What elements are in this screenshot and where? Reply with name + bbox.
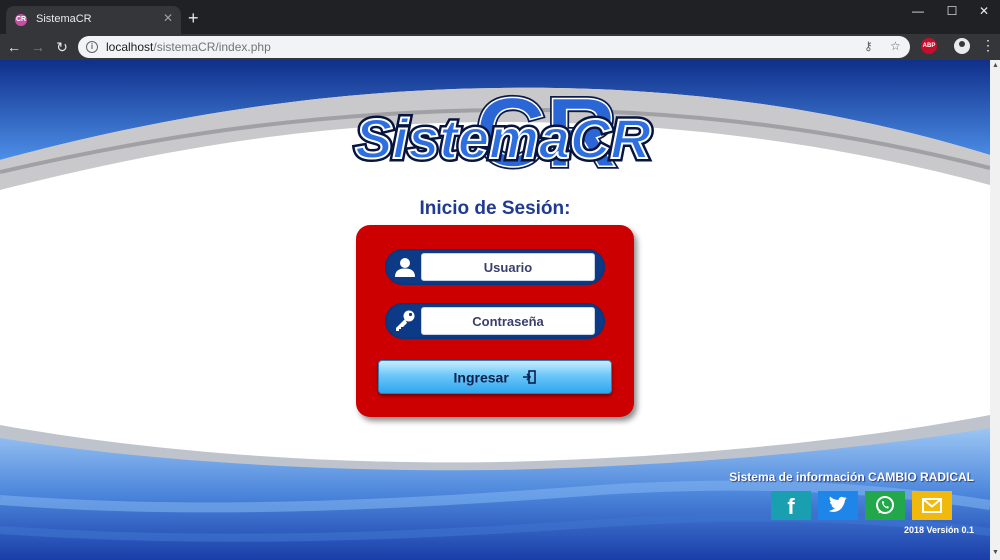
account-icon[interactable] xyxy=(954,38,970,54)
browser-tab[interactable]: CR SistemaCR ✕ xyxy=(6,6,181,34)
adblock-plus-icon[interactable]: ABP xyxy=(921,38,937,54)
username-field-wrap xyxy=(385,249,605,285)
login-title: Inicio de Sesión: xyxy=(419,198,571,219)
username-input[interactable] xyxy=(421,253,595,281)
forward-arrow-icon[interactable]: → xyxy=(28,37,48,57)
facebook-button[interactable]: f xyxy=(771,491,811,520)
whatsapp-icon xyxy=(865,491,905,520)
password-input[interactable] xyxy=(421,307,595,335)
scrollbar[interactable] xyxy=(990,60,1000,560)
version-label: 2018 Versión 0.1 xyxy=(903,525,974,535)
tab-title: SistemaCR xyxy=(36,13,92,25)
tab-close-icon[interactable]: ✕ xyxy=(163,11,173,25)
reload-icon[interactable]: ↻ xyxy=(52,37,72,57)
whatsapp-button[interactable] xyxy=(865,491,905,520)
user-icon xyxy=(395,258,415,277)
maximize-button[interactable]: ☐ xyxy=(934,0,970,22)
sistemacr-logo: CR CR SistemaCR SistemaCR xyxy=(352,75,655,187)
login-button-label: Ingresar xyxy=(453,369,509,386)
key-icon[interactable]: ⚷ xyxy=(864,39,873,53)
close-window-button[interactable]: ✕ xyxy=(966,0,1000,22)
twitter-bird-icon xyxy=(818,491,858,520)
new-tab-button[interactable]: + xyxy=(188,9,199,27)
bookmark-star-icon[interactable]: ☆ xyxy=(890,39,901,53)
svg-text:SistemaCR: SistemaCR xyxy=(355,107,651,170)
envelope-icon xyxy=(912,491,952,520)
email-button[interactable] xyxy=(912,491,952,520)
address-bar[interactable]: i localhost/sistemaCR/index.php ⚷ ☆ xyxy=(78,36,910,58)
twitter-button[interactable] xyxy=(818,491,858,520)
back-arrow-icon[interactable]: ← xyxy=(4,37,24,57)
svg-text:f: f xyxy=(787,494,795,519)
scroll-up-arrow-icon[interactable]: ▲ xyxy=(992,62,999,69)
browser-menu-icon[interactable]: ⋮ xyxy=(981,37,995,54)
minimize-button[interactable]: — xyxy=(900,0,936,22)
browser-toolbar: ← → ↻ i localhost/sistemaCR/index.php ⚷ … xyxy=(0,34,1000,60)
key-icon xyxy=(396,310,415,331)
login-button[interactable]: Ingresar xyxy=(378,360,612,394)
sistemacr-favicon-icon: CR xyxy=(15,14,27,26)
footer-title: Sistema de información CAMBIO RADICAL xyxy=(729,470,974,484)
enter-door-icon xyxy=(523,370,537,385)
site-info-icon[interactable]: i xyxy=(86,41,98,53)
browser-tab-bar: CR SistemaCR ✕ + — ☐ ✕ xyxy=(0,0,1000,34)
url-text: localhost/sistemaCR/index.php xyxy=(106,40,271,54)
login-form: Ingresar xyxy=(356,225,634,417)
scroll-down-arrow-icon[interactable]: ▼ xyxy=(992,549,999,556)
facebook-icon: f xyxy=(771,491,811,520)
password-field-wrap xyxy=(385,303,605,339)
